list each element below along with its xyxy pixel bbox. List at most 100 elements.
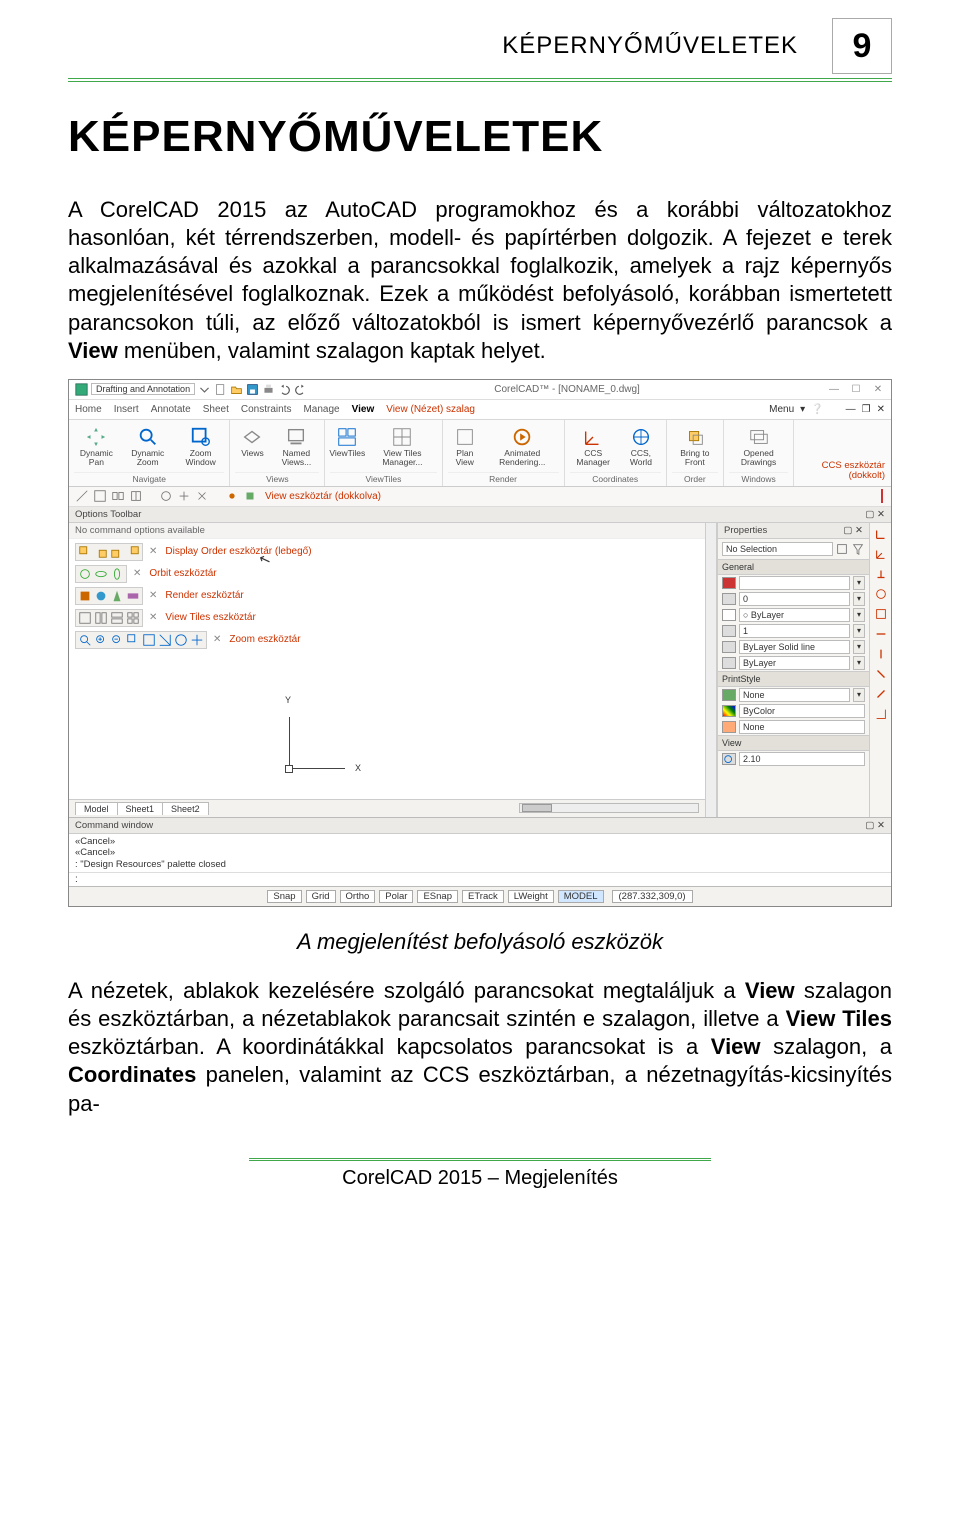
property-row[interactable]: ByLayer Solid line▾ bbox=[718, 639, 869, 655]
animated-rendering-button[interactable]: Animated Rendering... bbox=[486, 424, 558, 469]
zoom-toolbar[interactable]: ✕ Zoom eszköztár bbox=[75, 631, 705, 649]
property-row[interactable]: None▾ bbox=[718, 687, 869, 703]
render-toolbar[interactable]: ✕ Render eszköztár bbox=[75, 587, 705, 605]
drawing-canvas[interactable]: ↖ ✕ Display Order eszköztár (lebegő) ✕ O… bbox=[69, 539, 705, 799]
tab-constraints[interactable]: Constraints bbox=[241, 404, 292, 415]
tab-manage[interactable]: Manage bbox=[303, 404, 339, 415]
panel-controls[interactable]: ▢ ✕ bbox=[865, 820, 885, 831]
selection-dropdown[interactable]: No Selection bbox=[722, 542, 833, 556]
property-row[interactable]: ByColor bbox=[718, 703, 869, 719]
right-docked-toolstrip bbox=[869, 523, 891, 817]
ccs-tool-icon[interactable] bbox=[874, 687, 888, 701]
doc-restore-icon[interactable]: ❐ bbox=[862, 404, 871, 415]
workspace-selector[interactable]: Drafting and Annotation bbox=[91, 383, 195, 395]
close-icon[interactable]: ✕ bbox=[149, 612, 157, 623]
status-toggle-polar[interactable]: Polar bbox=[379, 890, 413, 903]
ccs-world-button[interactable]: CCS, World bbox=[621, 424, 661, 469]
ccs-tool-icon[interactable] bbox=[874, 527, 888, 541]
dynamic-zoom-button[interactable]: Dynamic Zoom bbox=[123, 424, 173, 469]
dynamic-pan-button[interactable]: Dynamic Pan bbox=[74, 424, 119, 469]
tab-view[interactable]: View bbox=[352, 404, 375, 415]
bring-to-front-button[interactable]: Bring to Front bbox=[672, 424, 718, 469]
display-order-toolbar[interactable]: ✕ Display Order eszköztár (lebegő) bbox=[75, 543, 705, 561]
workspace-main: No command options available ↖ ✕ Display… bbox=[69, 523, 891, 817]
tab-sheet[interactable]: Sheet bbox=[203, 404, 229, 415]
property-row[interactable]: 0▾ bbox=[718, 591, 869, 607]
status-toggle-lweight[interactable]: LWeight bbox=[508, 890, 554, 903]
select-similar-icon[interactable] bbox=[835, 542, 849, 556]
orbit-toolbar[interactable]: ✕ Orbit eszköztár bbox=[75, 565, 705, 583]
new-icon[interactable] bbox=[214, 383, 227, 396]
ccs-tool-icon[interactable] bbox=[874, 647, 888, 661]
tab-insert[interactable]: Insert bbox=[114, 404, 139, 415]
menu-dropdown-label[interactable]: Menu bbox=[769, 404, 794, 415]
tool-icon[interactable] bbox=[159, 489, 173, 503]
plan-view-button[interactable]: Plan View bbox=[448, 424, 482, 469]
opened-drawings-button[interactable]: Opened Drawings bbox=[729, 424, 789, 469]
viewtiles-button[interactable]: ViewTiles bbox=[330, 424, 364, 469]
close-icon[interactable]: ✕ bbox=[133, 568, 141, 579]
close-icon[interactable]: ✕ bbox=[213, 634, 221, 645]
tab-sheet1[interactable]: Sheet1 bbox=[117, 802, 164, 815]
print-icon[interactable] bbox=[262, 383, 275, 396]
quick-access-toolbar[interactable]: Drafting and Annotation bbox=[75, 383, 307, 396]
ccs-tool-icon[interactable] bbox=[874, 547, 888, 561]
status-toggle-model[interactable]: MODEL bbox=[558, 890, 604, 903]
undo-icon[interactable] bbox=[278, 383, 291, 396]
close-icon[interactable]: ✕ bbox=[149, 546, 157, 557]
tool-icon[interactable] bbox=[243, 489, 257, 503]
ccs-tool-icon[interactable] bbox=[874, 707, 888, 721]
status-toggle-esnap[interactable]: ESnap bbox=[417, 890, 458, 903]
scrollbar-horizontal[interactable] bbox=[519, 803, 699, 813]
help-icon[interactable]: ❔ bbox=[811, 404, 823, 415]
ccs-tool-icon[interactable] bbox=[874, 587, 888, 601]
property-row[interactable]: 2.10 bbox=[718, 751, 869, 767]
ccs-manager-button[interactable]: CCS Manager bbox=[570, 424, 617, 469]
status-toggle-ortho[interactable]: Ortho bbox=[340, 890, 376, 903]
tab-annotate[interactable]: Annotate bbox=[151, 404, 191, 415]
maximize-button[interactable]: ☐ bbox=[849, 384, 863, 395]
ccs-tool-icon[interactable] bbox=[874, 567, 888, 581]
open-icon[interactable] bbox=[230, 383, 243, 396]
ccs-tool-icon[interactable] bbox=[874, 667, 888, 681]
ccs-tool-icon[interactable] bbox=[874, 627, 888, 641]
redo-icon[interactable] bbox=[294, 383, 307, 396]
views-button[interactable]: Views bbox=[235, 424, 269, 469]
minimize-button[interactable]: — bbox=[827, 384, 841, 395]
close-button[interactable]: ✕ bbox=[871, 384, 885, 395]
tool-icon[interactable] bbox=[93, 489, 107, 503]
quickselect-icon[interactable] bbox=[851, 542, 865, 556]
tool-icon[interactable] bbox=[129, 489, 143, 503]
tab-home[interactable]: Home bbox=[75, 404, 102, 415]
tool-icon[interactable] bbox=[225, 489, 239, 503]
viewtiles-toolbar[interactable]: ✕ View Tiles eszköztár bbox=[75, 609, 705, 627]
status-toggle-grid[interactable]: Grid bbox=[306, 890, 336, 903]
chevron-down-icon[interactable] bbox=[198, 383, 211, 396]
doc-minimize-icon[interactable]: — bbox=[846, 404, 856, 415]
property-row[interactable]: 1▾ bbox=[718, 623, 869, 639]
tab-sheet2[interactable]: Sheet2 bbox=[162, 802, 209, 815]
named-views-button[interactable]: Named Views... bbox=[273, 424, 319, 469]
tool-icon[interactable] bbox=[195, 489, 209, 503]
property-row[interactable]: ByLayer▾ bbox=[718, 655, 869, 671]
tool-icon[interactable] bbox=[75, 489, 89, 503]
tool-icon[interactable] bbox=[111, 489, 125, 503]
tool-icon[interactable] bbox=[177, 489, 191, 503]
chevron-down-icon[interactable]: ▾ bbox=[800, 404, 805, 415]
viewtiles-manager-button[interactable]: View Tiles Manager... bbox=[368, 424, 436, 469]
panel-controls[interactable]: ▢ ✕ bbox=[865, 509, 885, 520]
status-toggle-etrack[interactable]: ETrack bbox=[462, 890, 504, 903]
zoom-window-button[interactable]: Zoom Window bbox=[177, 424, 225, 469]
command-input[interactable]: : bbox=[69, 872, 891, 886]
ccs-tool-icon[interactable] bbox=[874, 607, 888, 621]
doc-close-icon[interactable]: ✕ bbox=[877, 404, 885, 415]
property-row[interactable]: None bbox=[718, 719, 869, 735]
tab-model[interactable]: Model bbox=[75, 802, 118, 815]
close-icon[interactable]: ✕ bbox=[149, 590, 157, 601]
panel-controls[interactable]: ▢ ✕ bbox=[843, 525, 863, 536]
save-icon[interactable] bbox=[246, 383, 259, 396]
property-row[interactable]: ○ ByLayer▾ bbox=[718, 607, 869, 623]
scrollbar-vertical[interactable] bbox=[705, 523, 717, 817]
property-row[interactable]: ▾ bbox=[718, 575, 869, 591]
status-toggle-snap[interactable]: Snap bbox=[267, 890, 301, 903]
